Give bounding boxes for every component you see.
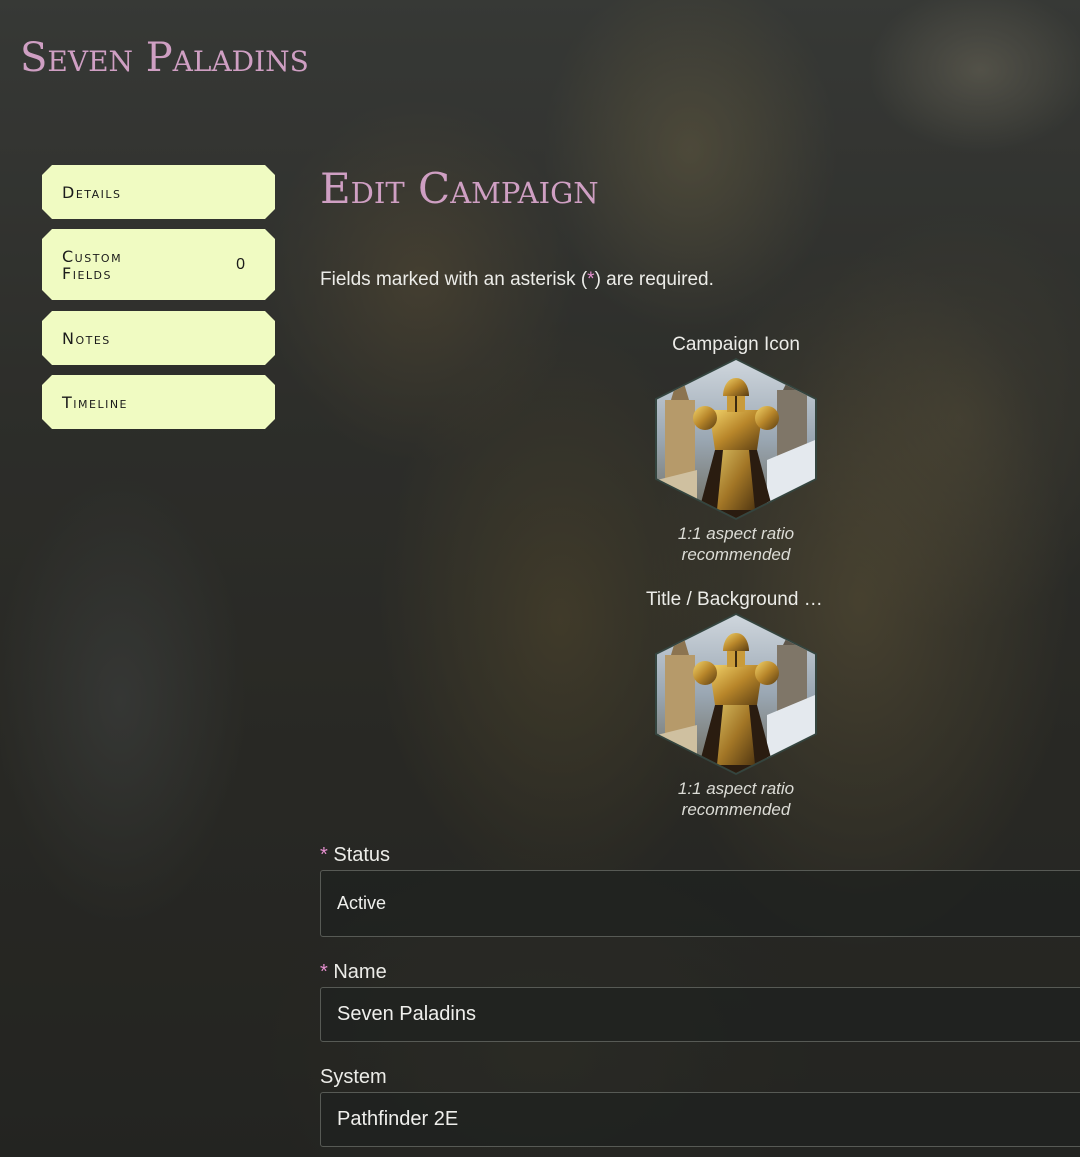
- sidebar-item-timeline[interactable]: Timeline: [42, 375, 275, 429]
- paladin-image: [657, 360, 815, 518]
- required-asterisk: *: [320, 844, 328, 866]
- status-label: * Status: [320, 844, 390, 867]
- campaign-icon-label: Campaign Icon: [672, 334, 800, 355]
- system-input[interactable]: Pathfinder 2E: [320, 1092, 1080, 1147]
- aspect-ratio-hint: 1:1 aspect ratio recommended: [600, 523, 872, 565]
- name-label: * Name: [320, 961, 387, 984]
- paladin-image: [657, 615, 815, 773]
- status-label-text: Status: [333, 844, 391, 866]
- page-title: Edit Campaign: [320, 164, 599, 213]
- name-label-text: Name: [333, 961, 387, 983]
- hint-line: recommended: [681, 545, 791, 564]
- campaign-icon-uploader: Campaign Icon 1:1 aspect ratio recommend…: [600, 334, 872, 565]
- required-fields-note: Fields marked with an asterisk (*) are r…: [320, 269, 714, 291]
- hint-line: recommended: [681, 800, 791, 819]
- custom-fields-count: 0: [236, 255, 245, 273]
- hint-line: 1:1 aspect ratio: [677, 779, 795, 798]
- status-select[interactable]: Active: [320, 870, 1080, 937]
- sidebar-item-custom-fields[interactable]: Custom Fields 0: [42, 229, 275, 300]
- sidebar-item-label: Timeline: [62, 392, 129, 412]
- sidebar-item-notes[interactable]: Notes: [42, 311, 275, 365]
- required-asterisk: *: [320, 961, 328, 983]
- sidebar-item-label: Details: [62, 182, 122, 202]
- system-label: System: [320, 1066, 387, 1088]
- status-selected-value: Active: [337, 893, 387, 913]
- sidebar-nav: Details Custom Fields 0 Notes Timeline: [42, 165, 275, 429]
- name-input-value: Seven Paladins: [337, 1003, 476, 1025]
- hint-line: 1:1 aspect ratio: [677, 524, 795, 543]
- aspect-ratio-hint: 1:1 aspect ratio recommended: [600, 778, 872, 820]
- required-note-text: Fields marked with an asterisk (: [320, 269, 588, 290]
- sidebar-item-label: Notes: [62, 328, 111, 348]
- system-input-value: Pathfinder 2E: [337, 1108, 459, 1130]
- sidebar-item-details[interactable]: Details: [42, 165, 275, 219]
- required-asterisk: *: [587, 269, 595, 290]
- site-title[interactable]: Seven Paladins: [20, 38, 309, 78]
- background-image-uploader: Title / Background Image: [600, 589, 872, 820]
- sidebar-item-label: Custom Fields: [62, 246, 123, 283]
- required-note-text: ) are required.: [594, 269, 714, 290]
- background-image-label: Title / Background Image: [646, 589, 826, 610]
- background-image-thumbnail[interactable]: [655, 613, 817, 775]
- name-input[interactable]: Seven Paladins: [320, 987, 1080, 1042]
- campaign-icon-image[interactable]: [655, 358, 817, 520]
